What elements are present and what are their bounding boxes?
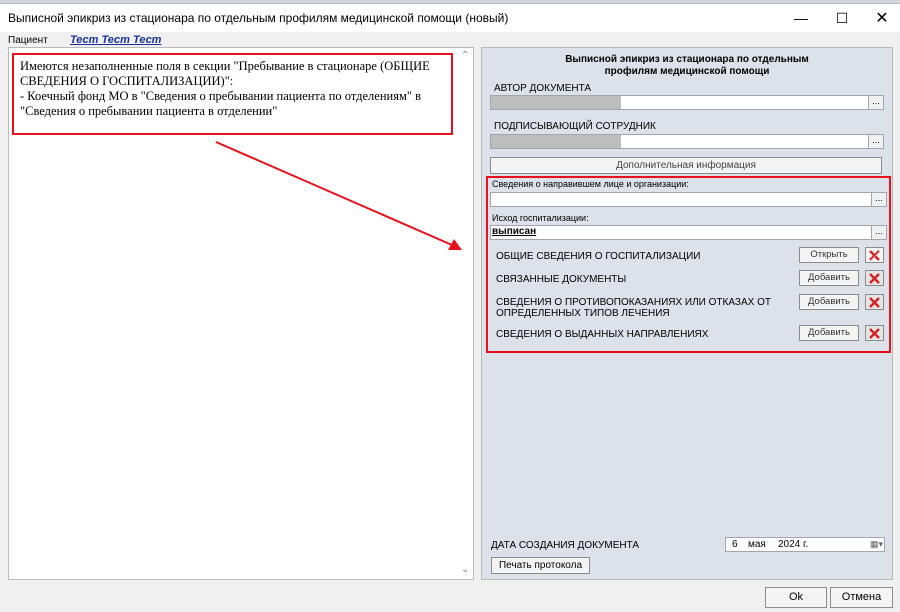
date-label: ДАТА СОЗДАНИЯ ДОКУМЕНТА [491, 540, 640, 551]
warning-message: Имеются незаполненные поля в секции "Пре… [12, 53, 453, 135]
warning-line-2: - Коечный фонд МО в "Сведения о пребыван… [20, 89, 422, 118]
section-referrals-label: СВЕДЕНИЯ О ВЫДАННЫХ НАПРАВЛЕНИЯХ [496, 329, 709, 340]
signer-label: ПОДПИСЫВАЮЩИЙ СОТРУДНИК [494, 121, 656, 132]
section-referrals-add-button[interactable]: Добавить [799, 325, 859, 341]
window-title: Выписной эпикриз из стационара по отдель… [8, 11, 509, 25]
date-year: 2024 г. [778, 539, 809, 550]
delete-icon [869, 272, 880, 284]
document-panel: Выписной эпикриз из стационара по отдель… [481, 47, 893, 580]
patient-name-link[interactable]: Тест Тест Тест [70, 34, 161, 46]
date-picker[interactable]: 6 мая 2024 г. ▦▾ [725, 537, 885, 552]
patient-label: Пациент [8, 35, 48, 46]
ok-button[interactable]: Ok [765, 587, 827, 608]
signer-value-masked [491, 135, 621, 148]
maximize-button[interactable]: ☐ [824, 4, 860, 32]
section-contra-label: СВЕДЕНИЯ О ПРОТИВОПОКАЗАНИЯХ ИЛИ ОТКАЗАХ… [496, 297, 771, 319]
author-value-masked [491, 96, 621, 109]
document-title: Выписной эпикриз из стационара по отдель… [565, 54, 809, 77]
referrer-lookup-button[interactable]: ... [871, 193, 886, 206]
section-related-add-button[interactable]: Добавить [799, 270, 859, 286]
calendar-dropdown-icon[interactable]: ▦▾ [870, 539, 883, 550]
outcome-label: Исход госпитализации: [492, 213, 589, 223]
cancel-button[interactable]: Отмена [830, 587, 893, 608]
section-contra-delete-button[interactable] [865, 294, 884, 310]
author-lookup-button[interactable]: ... [868, 96, 883, 109]
outcome-lookup-button[interactable]: ... [871, 226, 886, 239]
delete-icon [869, 249, 880, 261]
signer-lookup-button[interactable]: ... [868, 135, 883, 148]
extra-info-button[interactable]: Дополнительная информация [490, 157, 882, 174]
dialog-window: Выписной эпикриз из стационара по отдель… [0, 3, 900, 612]
referrer-label: Сведения о направившем лице и организаци… [492, 179, 689, 189]
author-field[interactable]: ... [490, 95, 884, 110]
minimize-button[interactable]: — [783, 4, 819, 32]
section-related-label: СВЯЗАННЫЕ ДОКУМЕНТЫ [496, 274, 627, 285]
section-general-delete-button[interactable] [865, 247, 884, 263]
section-contra-add-button[interactable]: Добавить [799, 294, 859, 310]
section-related-delete-button[interactable] [865, 270, 884, 286]
referrer-field[interactable]: ... [490, 192, 887, 207]
signer-field[interactable]: ... [490, 134, 884, 149]
delete-icon [869, 327, 880, 339]
validation-panel: Имеются незаполненные поля в секции "Пре… [8, 47, 474, 580]
outcome-field[interactable]: выписан ... [490, 225, 887, 240]
vertical-scrollbar[interactable]: ⌃ ⌄ [458, 50, 472, 577]
section-general-open-button[interactable]: Открыть [799, 247, 859, 263]
scroll-up-icon[interactable]: ⌃ [461, 50, 469, 61]
section-general-label: ОБЩИЕ СВЕДЕНИЯ О ГОСПИТАЛИЗАЦИИ [496, 251, 701, 262]
outcome-value: выписан [492, 226, 537, 237]
section-referrals-delete-button[interactable] [865, 325, 884, 341]
title-bar: Выписной эпикриз из стационара по отдель… [0, 4, 900, 32]
scroll-down-icon[interactable]: ⌄ [461, 564, 469, 575]
close-button[interactable]: ✕ [864, 4, 900, 32]
warning-line-1: Имеются незаполненные поля в секции "Пре… [20, 59, 430, 88]
delete-icon [869, 296, 880, 308]
date-day: 6 [732, 539, 738, 550]
author-label: АВТОР ДОКУМЕНТА [494, 83, 592, 94]
print-protocol-button[interactable]: Печать протокола [491, 557, 590, 574]
date-month: мая [748, 539, 766, 550]
highlight-frame: Сведения о направившем лице и организаци… [486, 176, 891, 353]
